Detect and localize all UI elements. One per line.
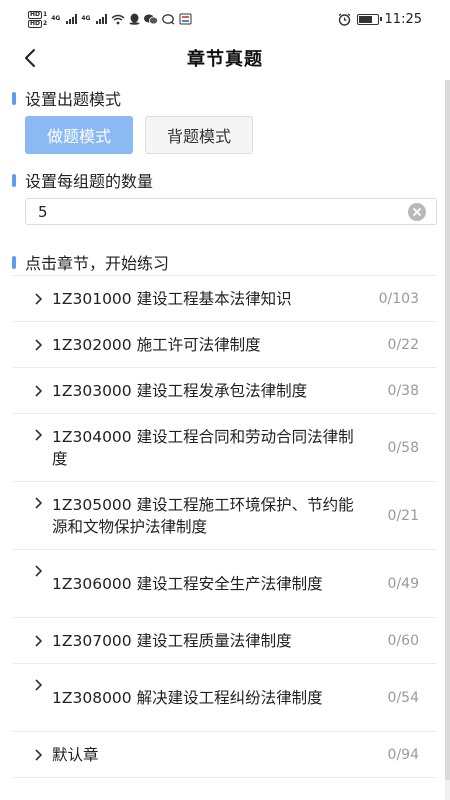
chapter-progress: 0/22 (387, 336, 419, 353)
chapter-item-1z302000[interactable]: 1Z302000 施工许可法律制度 0/22 (12, 322, 437, 368)
section-header-mode: 设置出题模式 (12, 86, 121, 110)
wechat-icon (144, 14, 159, 24)
status-time: 11:25 (384, 11, 422, 27)
network-type-1: 4G (51, 14, 61, 22)
chapter-list: 1Z301000 建设工程基本法律知识 0/103 1Z302000 施工许可法… (12, 275, 437, 778)
close-icon (413, 208, 421, 216)
chapter-name: 1Z304000 建设工程合同和劳动合同法律制度 (52, 427, 354, 468)
chapter-progress: 0/103 (378, 290, 419, 307)
chapter-progress: 0/21 (387, 507, 419, 524)
app-notification-icon (179, 13, 192, 25)
chapter-name: 1Z306000 建设工程安全生产法律制度 (52, 574, 323, 593)
chevron-right-icon (35, 679, 43, 691)
chevron-right-icon (35, 429, 43, 441)
status-right: 11:25 (338, 12, 422, 27)
chapter-progress: 0/38 (387, 382, 419, 399)
chapter-name: 默认章 (52, 745, 99, 764)
section-title: 点击章节，开始练习 (25, 254, 170, 273)
chevron-right-icon (35, 338, 43, 351)
nav-bar: 章节真题 (0, 38, 450, 78)
chapter-item-1z308000[interactable]: 1Z308000 解决建设工程纠纷法律制度 0/54 (12, 664, 437, 732)
chevron-right-icon (35, 292, 43, 305)
chevron-right-icon (35, 565, 43, 577)
signal-icon (96, 14, 108, 24)
chapter-name: 1Z307000 建设工程质量法律制度 (52, 631, 292, 650)
message-icon (162, 13, 175, 25)
status-left: HD 1 HD 2 4G 4G (28, 10, 192, 28)
clear-input-button[interactable] (408, 203, 426, 221)
network-type-2: 4G (81, 14, 91, 22)
hd-badge: HD (28, 10, 43, 19)
sim-indicators: HD 1 HD 2 (28, 10, 48, 28)
chevron-right-icon (35, 384, 43, 397)
status-bar: HD 1 HD 2 4G 4G 11:25 (0, 0, 450, 38)
chevron-right-icon (35, 748, 43, 761)
chevron-right-icon (35, 497, 43, 509)
hd-badge: HD (28, 19, 43, 28)
memorize-mode-button[interactable]: 背题模式 (145, 116, 253, 154)
section-header-count: 设置每组题的数量 (12, 168, 153, 192)
section-marker (12, 255, 16, 269)
question-count-input[interactable] (38, 202, 378, 221)
alarm-icon (338, 12, 350, 26)
chapter-progress: 0/54 (387, 689, 419, 706)
chapter-progress: 0/49 (387, 575, 419, 592)
chapter-name: 1Z308000 解决建设工程纠纷法律制度 (52, 688, 323, 707)
section-title: 设置每组题的数量 (25, 172, 154, 191)
signal-icon (66, 14, 78, 24)
chapter-item-1z306000[interactable]: 1Z306000 建设工程安全生产法律制度 0/49 (12, 550, 437, 618)
section-marker (12, 173, 16, 187)
chapter-item-1z301000[interactable]: 1Z301000 建设工程基本法律知识 0/103 (12, 276, 437, 322)
page-title: 章节真题 (187, 49, 263, 70)
battery-icon (356, 13, 382, 25)
count-input-wrapper (25, 198, 437, 225)
chapter-item-1z307000[interactable]: 1Z307000 建设工程质量法律制度 0/60 (12, 618, 437, 664)
back-button[interactable] (16, 44, 44, 72)
chevron-left-icon (25, 49, 35, 67)
chapter-name: 1Z302000 施工许可法律制度 (52, 335, 261, 354)
chapter-name: 1Z303000 建设工程发承包法律制度 (52, 381, 308, 400)
chapter-progress: 0/94 (387, 746, 419, 763)
chapter-progress: 0/60 (387, 632, 419, 649)
wifi-icon (111, 14, 125, 24)
chapter-item-1z304000[interactable]: 1Z304000 建设工程合同和劳动合同法律制度 0/58 (12, 414, 437, 482)
chapter-item-1z305000[interactable]: 1Z305000 建设工程施工环境保护、节约能源和文物保护法律制度 0/21 (12, 482, 437, 550)
chapter-name: 1Z301000 建设工程基本法律知识 (52, 289, 292, 308)
practice-mode-button[interactable]: 做题模式 (25, 116, 133, 154)
scrollbar-thumb[interactable] (445, 80, 450, 780)
section-header-chapters: 点击章节，开始练习 (12, 250, 169, 274)
chapter-name: 1Z305000 建设工程施工环境保护、节约能源和文物保护法律制度 (52, 495, 354, 536)
chevron-right-icon (35, 634, 43, 647)
section-marker (12, 91, 16, 105)
chapter-item-1z303000[interactable]: 1Z303000 建设工程发承包法律制度 0/38 (12, 368, 437, 414)
chapter-item-default[interactable]: 默认章 0/94 (12, 732, 437, 778)
section-title: 设置出题模式 (25, 90, 122, 109)
chapter-progress: 0/58 (387, 439, 419, 456)
qq-icon (129, 13, 140, 25)
